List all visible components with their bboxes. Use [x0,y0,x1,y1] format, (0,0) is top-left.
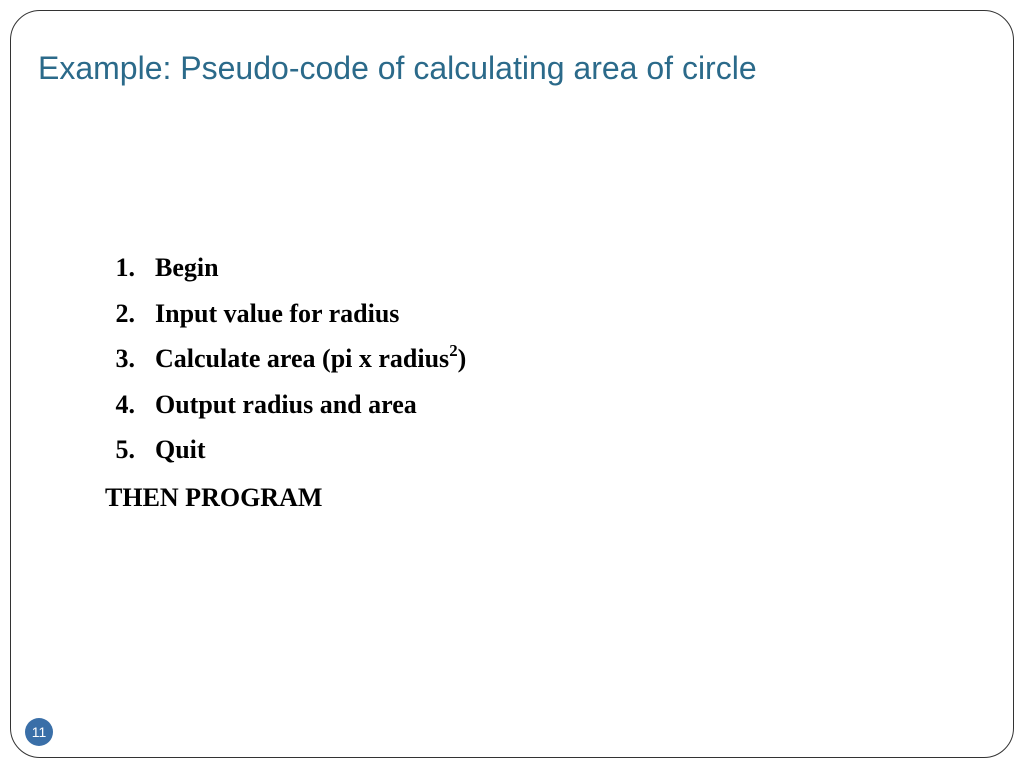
step-4: 4. Output radius and area [105,382,466,428]
step-text: Output radius and area [155,382,466,428]
slide-content: 1. Begin 2. Input value for radius 3. Ca… [105,245,466,520]
page-number-badge: 11 [25,718,53,746]
step-number: 4. [105,382,155,428]
superscript: 2 [449,341,457,360]
step-3: 3. Calculate area (pi x radius2) [105,336,466,382]
step-number: 5. [105,427,155,473]
step-suffix: ) [458,344,467,373]
step-text: Begin [155,245,466,291]
step-number: 2. [105,291,155,337]
step-text: Input value for radius [155,291,466,337]
step-prefix: Calculate area (pi x radius [155,344,449,373]
step-text: Calculate area (pi x radius2) [155,336,466,382]
footer-text: THEN PROGRAM [105,475,466,521]
slide-title: Example: Pseudo-code of calculating area… [38,50,757,87]
step-1: 1. Begin [105,245,466,291]
step-5: 5. Quit [105,427,466,473]
step-number: 3. [105,336,155,382]
step-2: 2. Input value for radius [105,291,466,337]
step-number: 1. [105,245,155,291]
step-text: Quit [155,427,466,473]
